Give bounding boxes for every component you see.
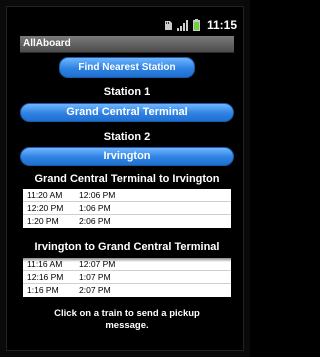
status-icons: 11:15 — [164, 18, 237, 32]
station2-select-button[interactable]: Irvington — [20, 147, 234, 166]
instruction-text: Click on a train to send a pickup messag… — [20, 308, 234, 332]
train-row[interactable]: 11:20 AM 12:06 PM — [23, 189, 231, 202]
depart-time: 12:20 PM — [27, 203, 64, 213]
train-row[interactable]: 11:16 AM 12:07 PM — [23, 258, 231, 271]
train-row[interactable]: 1:20 PM 2:06 PM — [23, 215, 231, 228]
arrive-time: 12:06 PM — [79, 190, 116, 200]
schedule1-list: 11:20 AM 12:06 PM 12:20 PM 1:06 PM 1:20 … — [23, 189, 231, 228]
station1-heading: Station 1 — [103, 86, 151, 98]
find-nearest-station-button[interactable]: Find Nearest Station — [59, 57, 195, 78]
battery-icon — [192, 16, 200, 35]
schedule2-title: Irvington to Grand Central Terminal — [34, 241, 220, 253]
depart-time: 11:20 AM — [27, 190, 63, 200]
train-row[interactable]: 12:20 PM 1:06 PM — [23, 202, 231, 215]
arrive-time: 1:06 PM — [79, 203, 111, 213]
sd-card-icon — [164, 16, 173, 35]
schedule1-title: Grand Central Terminal to Irvington — [34, 173, 220, 185]
app-title: AllAboard — [23, 38, 71, 49]
depart-time: 11:16 AM — [27, 259, 63, 269]
instruction-line-2: message. — [105, 320, 149, 331]
signal-icon — [176, 16, 189, 35]
clock: 11:15 — [206, 18, 237, 32]
instruction-line-1: Click on a train to send a pickup — [54, 308, 200, 319]
depart-time: 12:16 PM — [27, 272, 64, 282]
arrive-time: 2:06 PM — [79, 216, 111, 226]
train-row[interactable]: 1:16 PM 2:07 PM — [23, 284, 231, 297]
status-bar: 11:15 — [7, 14, 243, 36]
train-row[interactable]: 12:16 PM 1:07 PM — [23, 271, 231, 284]
arrive-time: 12:07 PM — [79, 259, 116, 269]
depart-time: 1:16 PM — [27, 285, 59, 295]
station1-select-button[interactable]: Grand Central Terminal — [20, 103, 234, 122]
arrive-time: 1:07 PM — [79, 272, 111, 282]
arrive-time: 2:07 PM — [79, 285, 111, 295]
schedule2-list: 11:16 AM 12:07 PM 12:16 PM 1:07 PM 1:16 … — [23, 258, 231, 297]
title-bar: AllAboard — [20, 36, 234, 53]
main-content: Find Nearest Station Station 1 Grand Cen… — [20, 53, 234, 343]
depart-time: 1:20 PM — [27, 216, 59, 226]
station2-heading: Station 2 — [103, 131, 151, 143]
